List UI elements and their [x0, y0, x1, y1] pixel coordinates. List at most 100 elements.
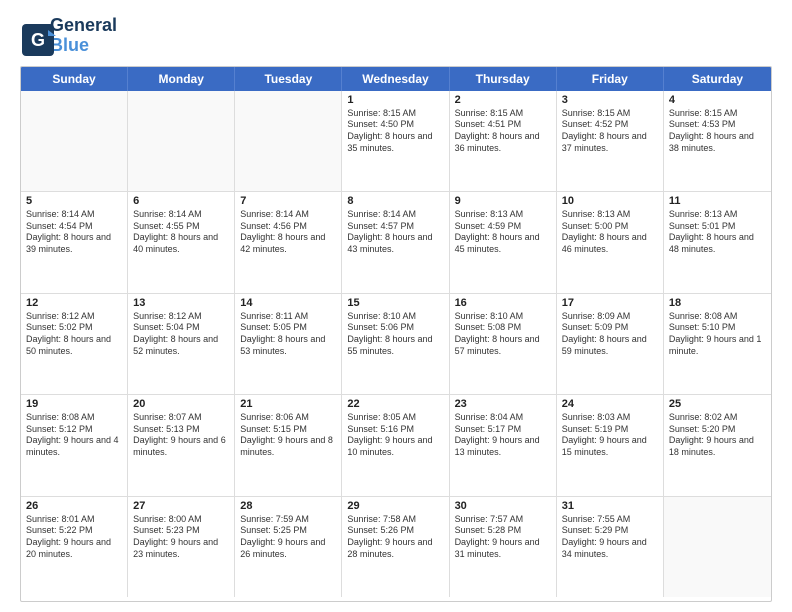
cell-text: Sunrise: 7:59 AMSunset: 5:25 PMDaylight:… — [240, 514, 336, 561]
cell-text: Sunrise: 8:14 AMSunset: 4:56 PMDaylight:… — [240, 209, 336, 256]
calendar-cell: 9 Sunrise: 8:13 AMSunset: 4:59 PMDaylight… — [450, 192, 557, 292]
day-number: 21 — [240, 398, 336, 410]
calendar-cell: 14 Sunrise: 8:11 AMSunset: 5:05 PMDayligh… — [235, 294, 342, 394]
cell-text: Sunrise: 8:14 AMSunset: 4:55 PMDaylight:… — [133, 209, 229, 256]
calendar-cell: 7 Sunrise: 8:14 AMSunset: 4:56 PMDaylight… — [235, 192, 342, 292]
cell-text: Sunrise: 8:10 AMSunset: 5:06 PMDaylight:… — [347, 311, 443, 358]
calendar-cell: 5 Sunrise: 8:14 AMSunset: 4:54 PMDaylight… — [21, 192, 128, 292]
day-number: 13 — [133, 297, 229, 309]
day-number: 4 — [669, 94, 766, 106]
cell-text: Sunrise: 8:14 AMSunset: 4:54 PMDaylight:… — [26, 209, 122, 256]
cell-text: Sunrise: 8:14 AMSunset: 4:57 PMDaylight:… — [347, 209, 443, 256]
day-number: 14 — [240, 297, 336, 309]
calendar-cell: 26 Sunrise: 8:01 AMSunset: 5:22 PMDayligh… — [21, 497, 128, 597]
cell-text: Sunrise: 8:12 AMSunset: 5:04 PMDaylight:… — [133, 311, 229, 358]
calendar-cell: 17 Sunrise: 8:09 AMSunset: 5:09 PMDayligh… — [557, 294, 664, 394]
calendar-cell: 18Sunrise: 8:08 AMSunset: 5:10 PMDayligh… — [664, 294, 771, 394]
day-number: 20 — [133, 398, 229, 410]
logo: G General Blue — [20, 16, 117, 56]
header-day-monday: Monday — [128, 67, 235, 91]
day-number: 18 — [669, 297, 766, 309]
calendar-header: SundayMondayTuesdayWednesdayThursdayFrid… — [21, 67, 771, 91]
calendar-cell: 3 Sunrise: 8:15 AMSunset: 4:52 PMDaylight… — [557, 91, 664, 191]
calendar-cell: 30 Sunrise: 7:57 AMSunset: 5:28 PMDayligh… — [450, 497, 557, 597]
day-number: 23 — [455, 398, 551, 410]
calendar-cell: 22Sunrise: 8:05 AMSunset: 5:16 PMDayligh… — [342, 395, 449, 495]
logo-icon: G — [20, 22, 48, 50]
calendar-cell — [235, 91, 342, 191]
calendar-cell: 8 Sunrise: 8:14 AMSunset: 4:57 PMDaylight… — [342, 192, 449, 292]
day-number: 25 — [669, 398, 766, 410]
cell-text: Sunrise: 8:15 AMSunset: 4:51 PMDaylight:… — [455, 108, 551, 155]
cell-text: Sunrise: 8:13 AMSunset: 4:59 PMDaylight:… — [455, 209, 551, 256]
day-number: 12 — [26, 297, 122, 309]
calendar-cell: 13 Sunrise: 8:12 AMSunset: 5:04 PMDayligh… — [128, 294, 235, 394]
cell-text: Sunrise: 8:13 AMSunset: 5:00 PMDaylight:… — [562, 209, 658, 256]
calendar-cell: 20Sunrise: 8:07 AMSunset: 5:13 PMDayligh… — [128, 395, 235, 495]
header-day-sunday: Sunday — [21, 67, 128, 91]
calendar-cell: 31 Sunrise: 7:55 AMSunset: 5:29 PMDayligh… — [557, 497, 664, 597]
day-number: 10 — [562, 195, 658, 207]
calendar-cell: 27Sunrise: 8:00 AMSunset: 5:23 PMDayligh… — [128, 497, 235, 597]
calendar: SundayMondayTuesdayWednesdayThursdayFrid… — [20, 66, 772, 602]
cell-text: Sunrise: 8:11 AMSunset: 5:05 PMDaylight:… — [240, 311, 336, 358]
day-number: 9 — [455, 195, 551, 207]
cell-text: Sunrise: 8:15 AMSunset: 4:50 PMDaylight:… — [347, 108, 443, 155]
header-day-friday: Friday — [557, 67, 664, 91]
cell-text: Sunrise: 8:09 AMSunset: 5:09 PMDaylight:… — [562, 311, 658, 358]
day-number: 5 — [26, 195, 122, 207]
cell-text: Sunrise: 8:02 AMSunset: 5:20 PMDaylight:… — [669, 412, 766, 459]
logo-text: General Blue — [50, 16, 117, 56]
header-day-tuesday: Tuesday — [235, 67, 342, 91]
cell-text: Sunrise: 8:01 AMSunset: 5:22 PMDaylight:… — [26, 514, 122, 561]
day-number: 16 — [455, 297, 551, 309]
day-number: 15 — [347, 297, 443, 309]
calendar-cell — [664, 497, 771, 597]
cell-text: Sunrise: 8:08 AMSunset: 5:12 PMDaylight:… — [26, 412, 122, 459]
cell-text: Sunrise: 8:05 AMSunset: 5:16 PMDaylight:… — [347, 412, 443, 459]
calendar-cell: 21 Sunrise: 8:06 AMSunset: 5:15 PMDayligh… — [235, 395, 342, 495]
day-number: 8 — [347, 195, 443, 207]
day-number: 27 — [133, 500, 229, 512]
calendar-cell — [21, 91, 128, 191]
calendar-cell: 23Sunrise: 8:04 AMSunset: 5:17 PMDayligh… — [450, 395, 557, 495]
calendar-cell: 1Sunrise: 8:15 AMSunset: 4:50 PMDaylight… — [342, 91, 449, 191]
day-number: 3 — [562, 94, 658, 106]
calendar-week-5: 26 Sunrise: 8:01 AMSunset: 5:22 PMDayligh… — [21, 497, 771, 597]
calendar-week-3: 12 Sunrise: 8:12 AMSunset: 5:02 PMDayligh… — [21, 294, 771, 395]
calendar-cell: 2 Sunrise: 8:15 AMSunset: 4:51 PMDaylight… — [450, 91, 557, 191]
calendar-cell: 6Sunrise: 8:14 AMSunset: 4:55 PMDaylight… — [128, 192, 235, 292]
cell-text: Sunrise: 8:12 AMSunset: 5:02 PMDaylight:… — [26, 311, 122, 358]
cell-text: Sunrise: 8:03 AMSunset: 5:19 PMDaylight:… — [562, 412, 658, 459]
day-number: 30 — [455, 500, 551, 512]
calendar-cell: 16Sunrise: 8:10 AMSunset: 5:08 PMDayligh… — [450, 294, 557, 394]
calendar-week-4: 19Sunrise: 8:08 AMSunset: 5:12 PMDayligh… — [21, 395, 771, 496]
day-number: 29 — [347, 500, 443, 512]
svg-text:G: G — [31, 30, 45, 50]
calendar-cell: 29 Sunrise: 7:58 AMSunset: 5:26 PMDayligh… — [342, 497, 449, 597]
calendar-body: 1Sunrise: 8:15 AMSunset: 4:50 PMDaylight… — [21, 91, 771, 597]
day-number: 28 — [240, 500, 336, 512]
cell-text: Sunrise: 7:58 AMSunset: 5:26 PMDaylight:… — [347, 514, 443, 561]
cell-text: Sunrise: 7:55 AMSunset: 5:29 PMDaylight:… — [562, 514, 658, 561]
day-number: 31 — [562, 500, 658, 512]
page: G General Blue SundayMondayTuesdayWednes… — [0, 0, 792, 612]
calendar-cell: 28 Sunrise: 7:59 AMSunset: 5:25 PMDayligh… — [235, 497, 342, 597]
calendar-week-2: 5 Sunrise: 8:14 AMSunset: 4:54 PMDaylight… — [21, 192, 771, 293]
cell-text: Sunrise: 8:06 AMSunset: 5:15 PMDaylight:… — [240, 412, 336, 459]
header: G General Blue — [20, 16, 772, 56]
day-number: 24 — [562, 398, 658, 410]
calendar-cell: 15 Sunrise: 8:10 AMSunset: 5:06 PMDayligh… — [342, 294, 449, 394]
calendar-cell: 25 Sunrise: 8:02 AMSunset: 5:20 PMDayligh… — [664, 395, 771, 495]
day-number: 17 — [562, 297, 658, 309]
calendar-cell — [128, 91, 235, 191]
calendar-cell: 12 Sunrise: 8:12 AMSunset: 5:02 PMDayligh… — [21, 294, 128, 394]
calendar-cell: 10 Sunrise: 8:13 AMSunset: 5:00 PMDayligh… — [557, 192, 664, 292]
header-day-wednesday: Wednesday — [342, 67, 449, 91]
day-number: 7 — [240, 195, 336, 207]
day-number: 2 — [455, 94, 551, 106]
cell-text: Sunrise: 7:57 AMSunset: 5:28 PMDaylight:… — [455, 514, 551, 561]
day-number: 11 — [669, 195, 766, 207]
day-number: 26 — [26, 500, 122, 512]
cell-text: Sunrise: 8:15 AMSunset: 4:52 PMDaylight:… — [562, 108, 658, 155]
